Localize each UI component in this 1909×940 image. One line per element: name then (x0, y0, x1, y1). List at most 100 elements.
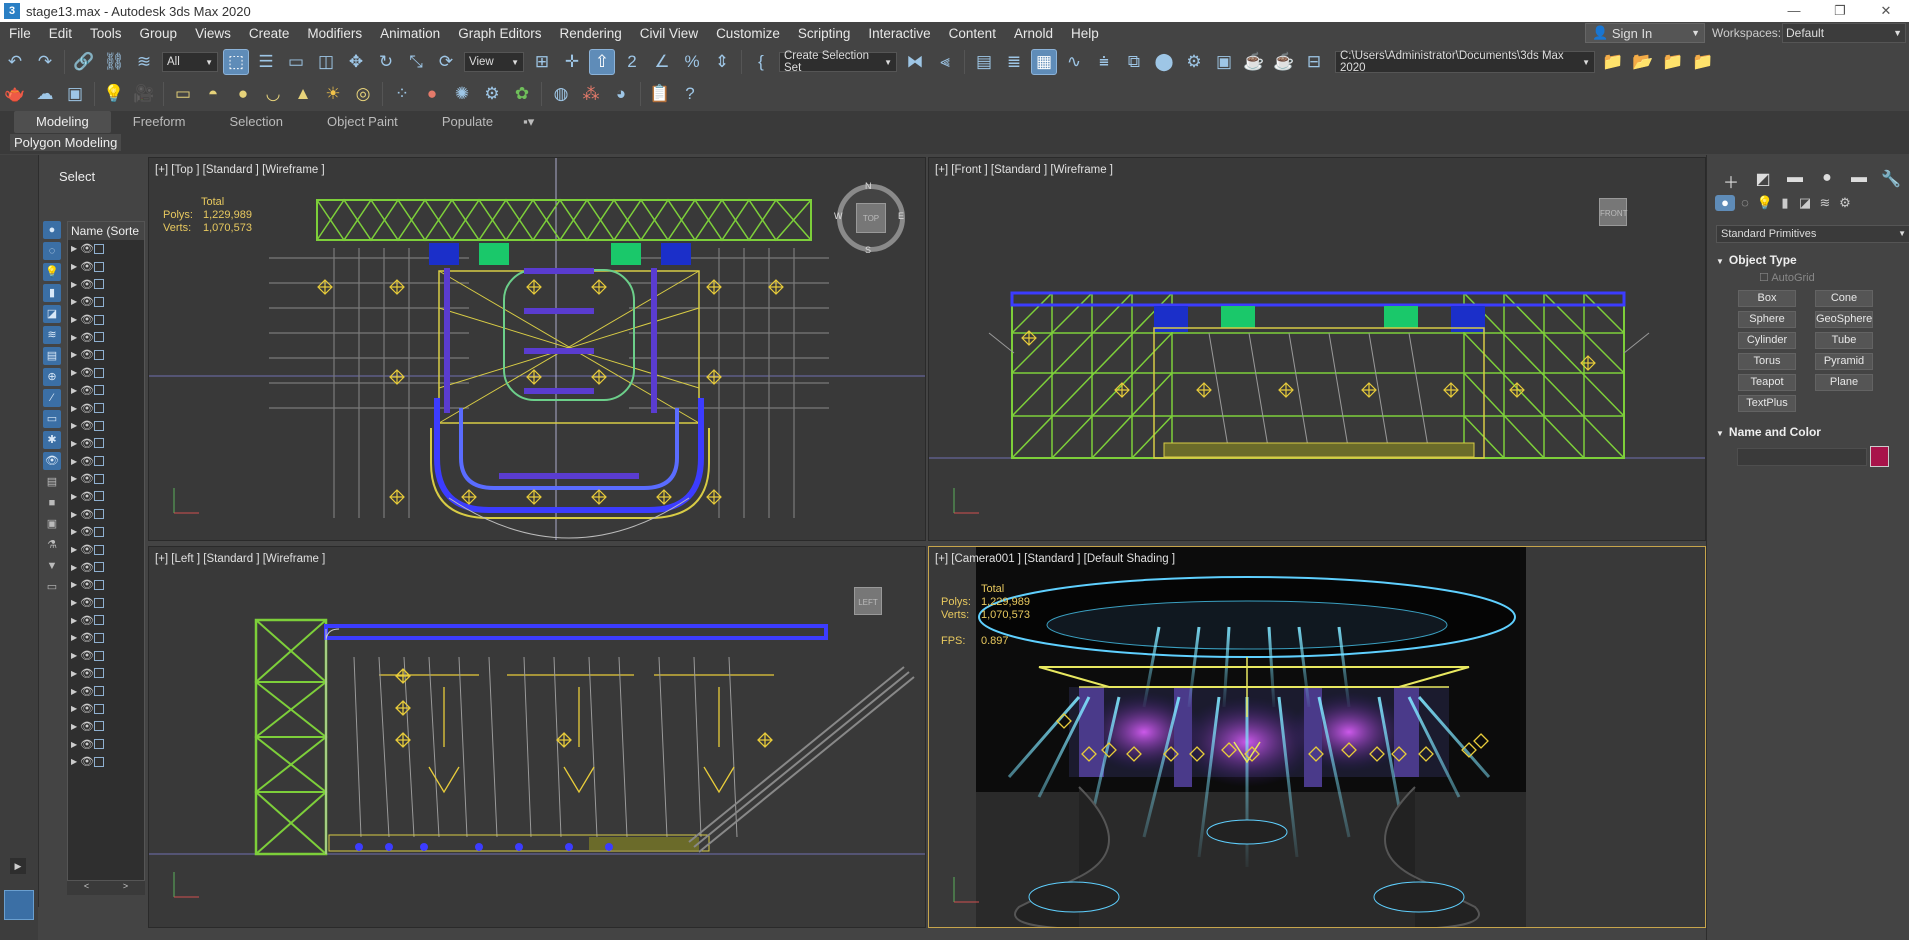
sign-in-dropdown[interactable]: 👤 Sign In ▼ (1585, 23, 1705, 43)
named-selection-dropdown[interactable]: Create Selection Set ▼ (779, 50, 897, 74)
menu-group[interactable]: Group (131, 26, 187, 41)
geometry-filter-icon[interactable]: ● (43, 221, 61, 239)
plane-button[interactable]: Plane (1815, 374, 1873, 391)
expand-triangle-icon[interactable]: ▶ (71, 616, 80, 625)
expand-triangle-icon[interactable]: ▶ (71, 386, 80, 395)
clipboard-icon[interactable]: 📋 (647, 81, 673, 107)
project-path-dropdown[interactable]: C:\Users\Administrator\Documents\3ds Max… (1335, 50, 1595, 74)
gear-icon[interactable]: ⚙ (479, 81, 505, 107)
expand-triangle-icon[interactable]: ▶ (71, 421, 80, 430)
display-tab-icon[interactable]: ▬ (1843, 169, 1875, 193)
box-button[interactable]: Box (1738, 290, 1796, 307)
plane-primitive-icon[interactable]: ▭ (170, 81, 196, 107)
redo-icon[interactable]: ↷ (32, 49, 58, 75)
tab-freeform[interactable]: Freeform (111, 111, 208, 133)
scene-object-row[interactable]: ▶ 👁 (68, 382, 144, 400)
scene-object-row[interactable]: ▶ 👁 (68, 399, 144, 417)
menu-customize[interactable]: Customize (707, 26, 789, 41)
cylinder-button[interactable]: Cylinder (1738, 332, 1796, 349)
spinner-snap-icon[interactable]: ⇕ (709, 49, 735, 75)
scene-object-row[interactable]: ▶ 👁 (68, 665, 144, 683)
rectangular-selection-icon[interactable]: ▭ (283, 49, 309, 75)
motion-tab-icon[interactable]: ● (1811, 169, 1843, 193)
visibility-eye-icon[interactable]: 👁 (80, 578, 94, 591)
material-icon[interactable]: ● (419, 81, 445, 107)
scene-object-row[interactable]: ▶ 👁 (68, 541, 144, 559)
pyramid-button[interactable]: Pyramid (1815, 353, 1873, 370)
select-by-name-icon[interactable]: ☰ (253, 49, 279, 75)
visibility-eye-icon[interactable]: 👁 (80, 525, 94, 538)
visibility-eye-icon[interactable]: 👁 (80, 614, 94, 627)
expand-triangle-icon[interactable]: ▶ (71, 474, 80, 483)
sphere-icon[interactable]: ● (230, 81, 256, 107)
menu-content[interactable]: Content (940, 26, 1005, 41)
dope-sheet-icon[interactable]: ⩧ (1091, 49, 1117, 75)
project-settings-icon[interactable]: 📁 (1690, 49, 1716, 75)
workspaces-dropdown[interactable]: Default ▼ (1782, 23, 1906, 43)
select-move-icon[interactable]: ✥ (343, 49, 369, 75)
scene-object-row[interactable]: ▶ 👁 (68, 470, 144, 488)
scene-object-row[interactable]: ▶ 👁 (68, 311, 144, 329)
restore-button[interactable]: ❐ (1817, 0, 1863, 22)
scene-object-row[interactable]: ▶ 👁 (68, 576, 144, 594)
scene-object-row[interactable]: ▶ 👁 (68, 718, 144, 736)
reference-coordinate-dropdown[interactable]: View ▼ (464, 52, 524, 72)
scene-horizontal-scrollbar[interactable]: < > (67, 881, 145, 895)
expand-triangle-icon[interactable]: ▶ (71, 244, 80, 253)
window-crossing-icon[interactable]: ◫ (313, 49, 339, 75)
object-color-swatch[interactable] (1870, 446, 1889, 467)
expand-triangle-icon[interactable]: ▶ (71, 633, 80, 642)
lights-icon[interactable]: 💡 (1755, 195, 1775, 211)
visibility-eye-icon[interactable]: 👁 (80, 472, 94, 485)
helpers-icon[interactable]: ◪ (1795, 195, 1815, 211)
menu-help[interactable]: Help (1062, 26, 1108, 41)
tab-selection[interactable]: Selection (208, 111, 305, 133)
scene-object-row[interactable]: ▶ 👁 (68, 435, 144, 453)
layer-icon[interactable]: ▭ (43, 578, 61, 596)
expand-triangle-icon[interactable]: ▶ (71, 350, 80, 359)
visibility-eye-icon[interactable]: 👁 (80, 366, 94, 379)
render-in-cloud-icon[interactable]: ⊟ (1301, 49, 1327, 75)
expand-triangle-icon[interactable]: ▶ (71, 545, 80, 554)
menu-modifiers[interactable]: Modifiers (298, 26, 371, 41)
expand-triangle-icon[interactable]: ▶ (71, 704, 80, 713)
scene-object-row[interactable]: ▶ 👁 (68, 700, 144, 718)
torus-button[interactable]: Torus (1738, 353, 1796, 370)
set-project-icon[interactable]: 📂 (1630, 49, 1656, 75)
menu-create[interactable]: Create (240, 26, 299, 41)
cone-button[interactable]: Cone (1815, 290, 1873, 307)
visibility-eye-icon[interactable]: 👁 (80, 649, 94, 662)
menu-animation[interactable]: Animation (371, 26, 449, 41)
viewcube-compass[interactable]: TOP N S E W (834, 181, 905, 255)
scene-object-row[interactable]: ▶ 👁 (68, 735, 144, 753)
space-warps-icon[interactable]: ≋ (1815, 195, 1835, 211)
curve-editor-icon[interactable]: ∿ (1061, 49, 1087, 75)
tab-object-paint[interactable]: Object Paint (305, 111, 420, 133)
sky-icon[interactable]: ◎ (350, 81, 376, 107)
viewport-label[interactable]: [+] [Left ] [Standard ] [Wireframe ] (155, 553, 325, 565)
visibility-eye-icon[interactable]: 👁 (80, 667, 94, 680)
tab-modeling[interactable]: Modeling (14, 111, 111, 133)
menu-tools[interactable]: Tools (81, 26, 131, 41)
textplus-button[interactable]: TextPlus (1738, 395, 1796, 412)
utilities-tab-icon[interactable]: 🔧 (1875, 169, 1907, 193)
viewport-label[interactable]: [+] [Top ] [Standard ] [Wireframe ] (155, 164, 325, 176)
invert-display-icon[interactable]: ▣ (43, 515, 61, 533)
select-rotate-icon[interactable]: ↻ (373, 49, 399, 75)
scene-object-row[interactable]: ▶ 👁 (68, 682, 144, 700)
name-and-color-rollout[interactable]: ▼ Name and Color (1716, 425, 1909, 439)
close-button[interactable]: ✕ (1863, 0, 1909, 22)
scene-object-row[interactable]: ▶ 👁 (68, 328, 144, 346)
filter-icon[interactable]: ▼ (43, 557, 61, 575)
menu-arnold[interactable]: Arnold (1005, 26, 1062, 41)
visibility-eye-icon[interactable]: 👁 (80, 384, 94, 397)
expand-triangle-icon[interactable]: ▶ (71, 722, 80, 731)
scene-object-row[interactable]: ▶ 👁 (68, 488, 144, 506)
teapot-button[interactable]: Teapot (1738, 374, 1796, 391)
menu-rendering[interactable]: Rendering (551, 26, 631, 41)
schematic-view-icon[interactable]: ⧉ (1121, 49, 1147, 75)
scene-object-row[interactable]: ▶ 👁 (68, 293, 144, 311)
bones-filter-icon[interactable]: ⁄ (43, 389, 61, 407)
select-object-icon[interactable]: ⬚ (223, 49, 249, 75)
object-type-rollout[interactable]: ▼ Object Type (1716, 253, 1909, 267)
